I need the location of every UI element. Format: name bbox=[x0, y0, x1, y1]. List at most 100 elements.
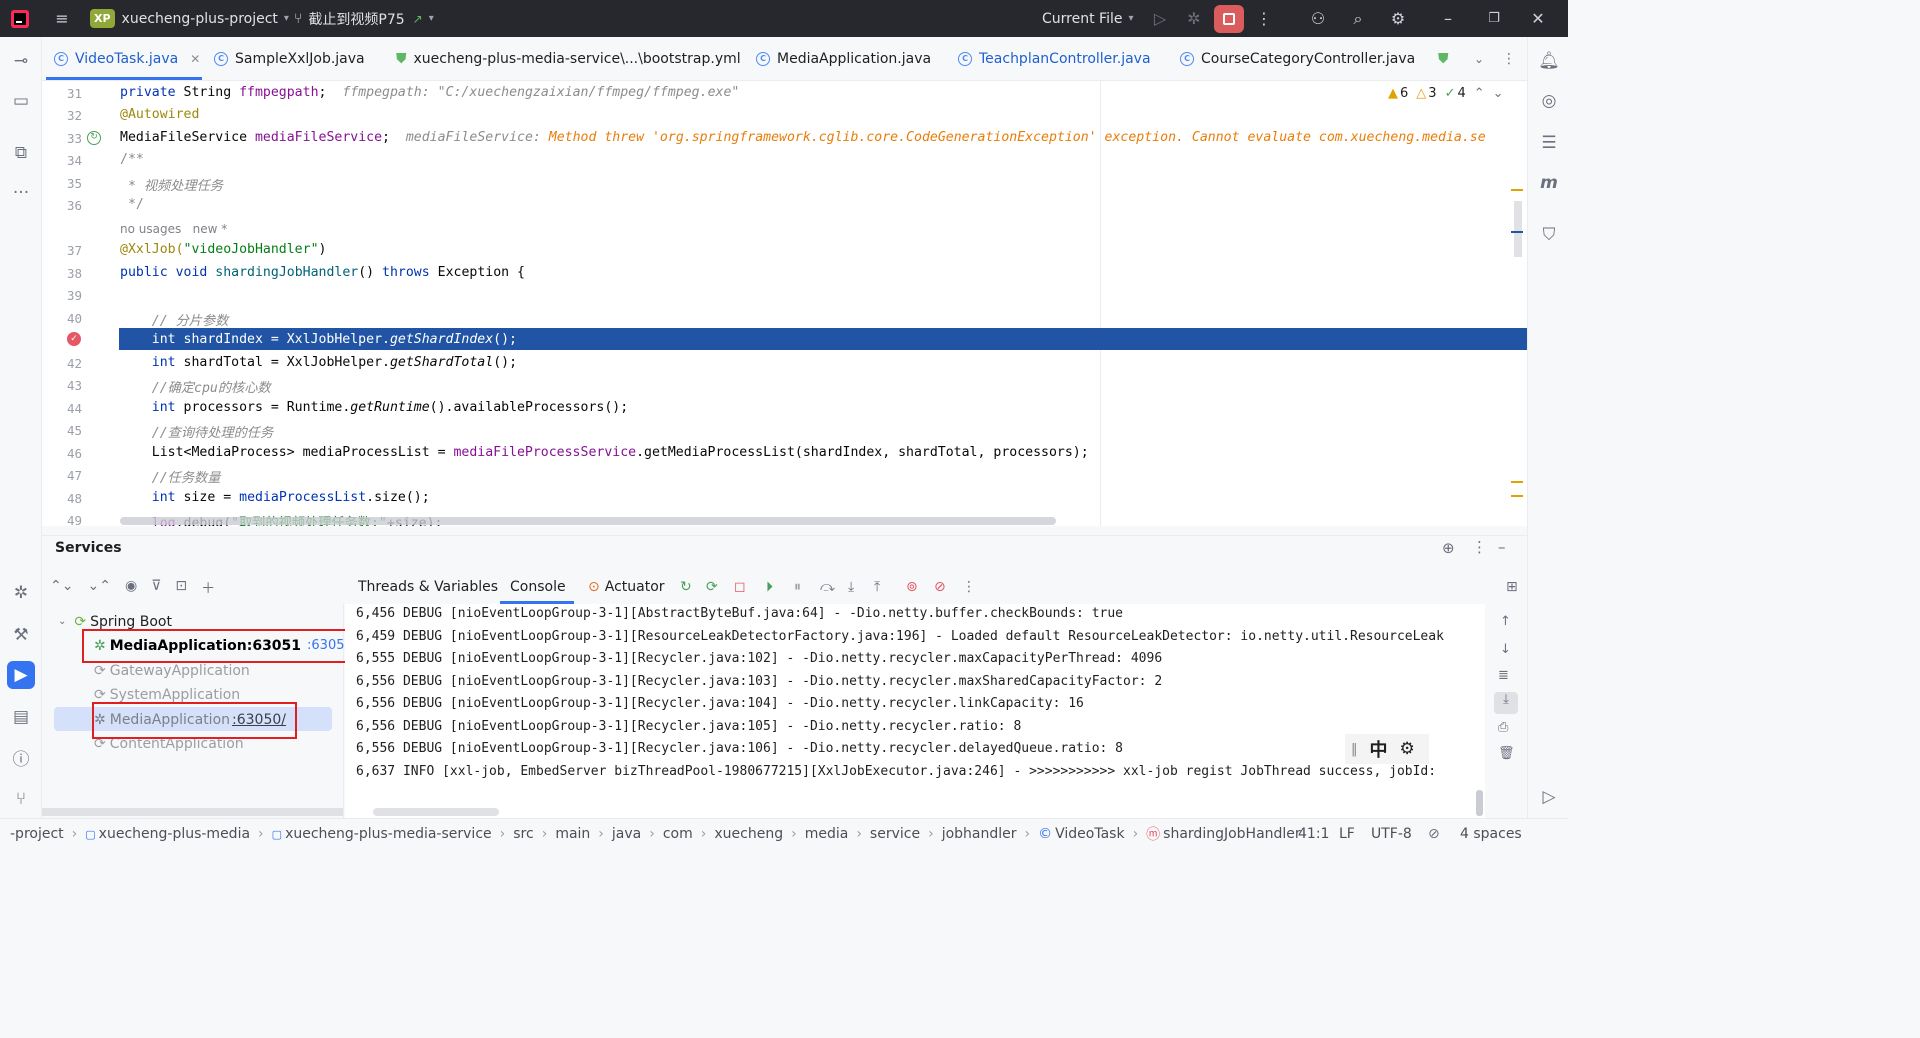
up-arrow-icon[interactable]: ↑ bbox=[1500, 614, 1511, 629]
commit-icon[interactable]: ⊸ bbox=[7, 47, 35, 75]
tab-samplexxljob[interactable]: C SampleXxlJob.java bbox=[214, 37, 365, 81]
previous-highlight-icon[interactable]: ⌃ bbox=[1474, 86, 1485, 101]
tab-console[interactable]: Console bbox=[510, 576, 566, 598]
breadcrumb-item[interactable]: shardingJobHandler bbox=[1163, 826, 1301, 842]
ide-logo-icon[interactable] bbox=[10, 0, 30, 37]
tab-more-icon[interactable]: ⋮ bbox=[1502, 37, 1516, 81]
minimize-icon[interactable]: – bbox=[1436, 0, 1460, 37]
terminal-icon[interactable]: ▤ bbox=[7, 703, 35, 731]
tab-videotask[interactable]: C VideoTask.java ✕ bbox=[54, 37, 200, 81]
filter-icon[interactable]: ⊽ bbox=[151, 578, 161, 598]
collapse-all-icon[interactable]: ⌄⌃ bbox=[87, 578, 110, 598]
step-over-icon[interactable]: ⤼ bbox=[820, 576, 835, 598]
breadcrumb-item[interactable]: src bbox=[513, 826, 533, 842]
breadcrumb-item[interactable]: service bbox=[870, 826, 920, 842]
close-icon[interactable]: ✕ bbox=[1526, 0, 1550, 37]
scroll-to-end-icon[interactable]: ⤓ bbox=[1494, 692, 1518, 714]
breadcrumb-item[interactable]: xuecheng-plus-media bbox=[99, 826, 250, 842]
usages-hint[interactable]: no usages new * bbox=[120, 222, 227, 236]
tab-actuator[interactable]: ⊙ Actuator bbox=[588, 576, 665, 598]
console-output[interactable]: 6,456 DEBUG [nioEventLoopGroup-3-1][Abst… bbox=[345, 604, 1485, 818]
expand-all-icon[interactable]: ⌃⌄ bbox=[50, 578, 73, 598]
tab-list-chevron-icon[interactable]: ⌄ bbox=[1474, 37, 1484, 81]
pause-icon[interactable]: ⏸ bbox=[794, 576, 801, 598]
stop-process-icon[interactable]: ◻ bbox=[734, 576, 746, 598]
line-separator[interactable]: LF bbox=[1339, 819, 1355, 849]
ime-settings-icon[interactable]: ⚙ bbox=[1400, 739, 1415, 759]
console-vertical-scrollbar[interactable] bbox=[1476, 790, 1483, 816]
print-icon[interactable]: ⎙ bbox=[1498, 720, 1508, 735]
console-horizontal-scrollbar[interactable] bbox=[373, 808, 499, 816]
stop-icon[interactable] bbox=[1214, 0, 1244, 37]
run-tool-icon[interactable]: ▷ bbox=[1535, 783, 1563, 811]
readonly-toggle-icon[interactable]: ⊘ bbox=[1428, 819, 1440, 849]
main-menu-icon[interactable]: ≡ bbox=[50, 0, 74, 37]
view-breakpoints-icon[interactable]: ⊚ bbox=[906, 576, 918, 598]
inspection-widget[interactable]: ▲ 6 △ 3 ✓ 4 ⌃ ⌄ bbox=[1388, 86, 1504, 101]
tree-horizontal-scrollbar[interactable] bbox=[42, 808, 343, 816]
add-user-icon[interactable]: ⚇ bbox=[1306, 0, 1330, 37]
step-out-icon[interactable]: ⤒ bbox=[874, 576, 880, 598]
crosshair-icon[interactable]: ⊕ bbox=[1442, 539, 1455, 557]
git-icon[interactable]: ⑂ bbox=[7, 785, 35, 813]
mute-breakpoints-icon[interactable]: ⊘ bbox=[934, 576, 946, 598]
database-icon[interactable]: ☰ bbox=[1535, 129, 1563, 157]
tab-mediaapplication[interactable]: C MediaApplication.java bbox=[756, 37, 931, 81]
down-arrow-icon[interactable]: ↓ bbox=[1500, 642, 1511, 657]
notifications-icon[interactable]: 🔔︎ bbox=[1535, 47, 1563, 75]
breadcrumb-item[interactable]: java bbox=[612, 826, 641, 842]
more-tools-icon[interactable]: ··· bbox=[7, 179, 35, 207]
caret-position[interactable]: 41:1 bbox=[1298, 819, 1329, 849]
new-group-icon[interactable]: ⊡ bbox=[175, 578, 187, 598]
soft-wrap-icon[interactable]: ≣ bbox=[1498, 668, 1509, 683]
problems-icon[interactable]: ⓘ bbox=[7, 743, 35, 771]
run-config-selector[interactable]: Current File ▾ bbox=[1042, 0, 1134, 37]
rerun-icon[interactable]: ↻ bbox=[680, 576, 692, 598]
editor-scroll-thumb[interactable] bbox=[1514, 201, 1522, 257]
add-service-icon[interactable]: ＋ bbox=[201, 578, 215, 598]
next-highlight-icon[interactable]: ⌄ bbox=[1493, 86, 1504, 101]
breadcrumb-item[interactable]: -project bbox=[10, 826, 64, 842]
more-debug-actions-icon[interactable]: ⋮ bbox=[962, 576, 976, 598]
run-icon[interactable]: ▷ bbox=[1148, 0, 1172, 37]
more-actions-icon[interactable]: ⋮ bbox=[1252, 0, 1276, 37]
settings-gear-icon[interactable]: ⚙ bbox=[1386, 0, 1410, 37]
tab-coursecategorycontroller[interactable]: C CourseCategoryController.java bbox=[1180, 37, 1415, 81]
breadcrumb-item[interactable]: xuecheng bbox=[714, 826, 783, 842]
branch-selector[interactable]: ⑂ 截止到视频P75 ↗ ▾ bbox=[294, 0, 434, 37]
breadcrumb-item[interactable]: VideoTask bbox=[1055, 826, 1124, 842]
maven-icon[interactable]: m bbox=[1535, 169, 1563, 197]
breadcrumb-item[interactable]: com bbox=[663, 826, 693, 842]
tab-teachplancontroller[interactable]: C TeachplanController.java bbox=[958, 37, 1151, 81]
layout-settings-icon[interactable]: ⊞ bbox=[1506, 576, 1518, 598]
structure-icon[interactable]: ⧉ bbox=[7, 139, 35, 167]
bean-gutter-icon[interactable]: ↻ bbox=[87, 131, 101, 145]
close-tab-icon[interactable]: ✕ bbox=[190, 52, 200, 66]
clear-trash-icon[interactable]: 🗑︎ bbox=[1498, 746, 1515, 761]
xml-file-icon[interactable]: ⛊ bbox=[1438, 37, 1449, 81]
file-encoding[interactable]: UTF-8 bbox=[1371, 819, 1412, 849]
breadcrumb-item[interactable]: jobhandler bbox=[942, 826, 1017, 842]
breakpoint-icon[interactable]: ✓ bbox=[67, 332, 81, 346]
tab-bootstrap-yml[interactable]: ⛊ xuecheng-plus-media-service\...\bootst… bbox=[396, 37, 741, 81]
breadcrumb-item[interactable]: media bbox=[805, 826, 849, 842]
search-icon[interactable]: ⌕ bbox=[1346, 0, 1370, 37]
eye-icon[interactable]: ◉ bbox=[125, 578, 137, 598]
hide-panel-icon[interactable]: – bbox=[1498, 538, 1506, 556]
resume-icon[interactable]: ⏵ bbox=[766, 576, 773, 598]
rerun-debug-icon[interactable]: ⟳ bbox=[706, 576, 718, 598]
restore-icon[interactable]: ❐ bbox=[1482, 0, 1506, 37]
horizontal-scrollbar[interactable] bbox=[120, 517, 1056, 525]
breadcrumb-item[interactable]: main bbox=[555, 826, 590, 842]
build-hammer-icon[interactable]: ⚒ bbox=[7, 621, 35, 649]
ime-toolbar[interactable]: ‖ 中 ⚙ bbox=[1345, 734, 1429, 764]
indent-setting[interactable]: 4 spaces bbox=[1460, 819, 1522, 849]
breadcrumb-item[interactable]: xuecheng-plus-media-service bbox=[285, 826, 492, 842]
project-selector[interactable]: XP xuecheng-plus-project ▾ bbox=[90, 0, 289, 37]
ime-language-toggle[interactable]: 中 bbox=[1370, 736, 1388, 762]
code-editor[interactable]: 31 32 33 34 35 36 37 38 39 40 42 43 44 4… bbox=[42, 81, 1527, 526]
ai-assistant-icon[interactable]: ◎ bbox=[1535, 87, 1563, 115]
shield-icon[interactable]: ⛉ bbox=[1535, 221, 1563, 249]
project-folder-icon[interactable]: ▭ bbox=[7, 87, 35, 115]
debug-icon[interactable]: ✲ bbox=[1182, 0, 1206, 37]
